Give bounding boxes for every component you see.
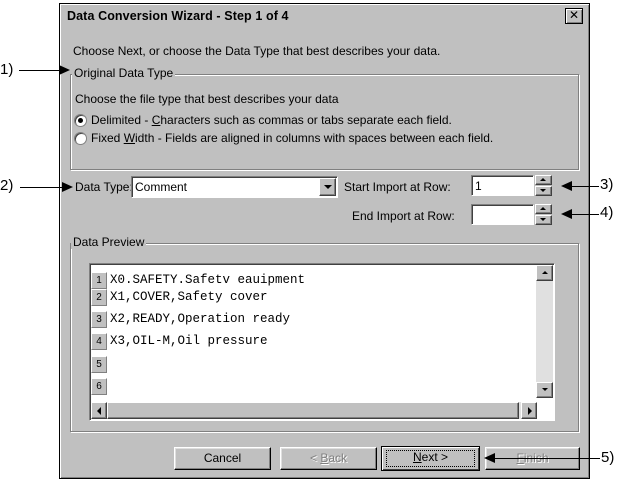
callout-4-arrowhead xyxy=(561,209,572,219)
callout-5-label: 5) xyxy=(601,449,615,466)
fixed-accel: W xyxy=(123,131,136,145)
delimited-radio[interactable] xyxy=(74,114,87,127)
back-prefix: < xyxy=(309,451,321,465)
row-number: 3 xyxy=(91,311,107,328)
preview-row: 4 X3,OIL-M,Oil pressure xyxy=(90,333,535,350)
row-number: 2 xyxy=(91,289,107,306)
close-button[interactable]: ✕ xyxy=(565,8,583,24)
radio-selected-dot xyxy=(78,118,83,123)
scroll-down-button[interactable] xyxy=(536,382,553,398)
file-type-hint: Choose the file type that best describes… xyxy=(75,92,339,106)
data-type-label: Data Type: xyxy=(75,180,133,194)
start-row-spin-up[interactable] xyxy=(535,175,552,185)
close-icon: ✕ xyxy=(568,8,580,22)
row-number: 1 xyxy=(91,272,107,289)
end-row-label: End Import at Row: xyxy=(352,209,455,223)
data-type-dropdown-button[interactable] xyxy=(319,178,336,196)
fixed-prefix: Fixed xyxy=(91,131,124,145)
back-button[interactable]: < Back xyxy=(280,447,377,470)
data-type-combobox[interactable]: Comment xyxy=(131,176,338,198)
scroll-right-button[interactable] xyxy=(521,402,537,419)
callout-1-line xyxy=(19,70,62,71)
row-number: 4 xyxy=(91,333,107,350)
scroll-up-button[interactable] xyxy=(536,265,553,281)
callout-1-label: 1) xyxy=(0,61,14,78)
scroll-right-icon xyxy=(528,407,532,415)
start-row-input[interactable]: 1 xyxy=(471,175,534,196)
callout-2-line xyxy=(20,187,65,188)
row-number: 6 xyxy=(91,378,107,395)
delimited-prefix: Delimited - xyxy=(91,113,152,127)
vertical-scrollbar[interactable] xyxy=(536,265,553,398)
start-row-spin-down[interactable] xyxy=(535,186,552,196)
end-row-spin-up[interactable] xyxy=(535,204,552,214)
callout-3-arrowhead xyxy=(561,181,572,191)
cancel-button[interactable]: Cancel xyxy=(174,447,271,470)
callout-4-line xyxy=(572,214,599,215)
callout-4-label: 4) xyxy=(600,204,614,221)
fixed-rest: idth - Fields are aligned in columns wit… xyxy=(135,131,494,145)
spin-up-icon xyxy=(540,178,546,181)
scroll-up-icon xyxy=(542,271,548,274)
row-text: X3,OIL-M,Oil pressure xyxy=(110,334,268,348)
original-data-type-legend: Original Data Type xyxy=(72,66,176,80)
window-title: Data Conversion Wizard - Step 1 of 4 xyxy=(67,9,289,23)
callout-5-line xyxy=(495,458,600,459)
spin-down-icon xyxy=(540,218,546,221)
end-row-spin-down[interactable] xyxy=(535,215,552,225)
row-text: X2,READY,Operation ready xyxy=(110,312,291,326)
scroll-thumb[interactable] xyxy=(107,402,519,419)
start-row-value: 1 xyxy=(475,179,482,193)
delimited-rest: haracters such as commas or tabs separat… xyxy=(160,113,452,127)
preview-row: 6 xyxy=(90,378,535,395)
start-row-label: Start Import at Row: xyxy=(344,180,451,194)
next-button[interactable]: Next > xyxy=(381,446,480,471)
instructions-text: Choose Next, or choose the Data Type tha… xyxy=(73,44,441,58)
title-bar: Data Conversion Wizard - Step 1 of 4 ✕ xyxy=(62,6,587,26)
delimited-option-label[interactable]: Delimited - Characters such as commas or… xyxy=(91,113,452,127)
row-number: 5 xyxy=(91,356,107,373)
data-preview-legend: Data Preview xyxy=(71,235,147,249)
preview-row: 5 xyxy=(90,356,535,373)
callout-2-label: 2) xyxy=(0,177,14,194)
callout-2-arrowhead xyxy=(62,182,73,192)
row-text: X0.SAFETY.Safetv eauipment xyxy=(110,273,306,287)
end-row-input[interactable] xyxy=(471,204,534,225)
fixed-width-radio[interactable] xyxy=(74,132,87,145)
fixed-width-option-label[interactable]: Fixed Width - Fields are aligned in colu… xyxy=(91,131,493,145)
callout-3-label: 3) xyxy=(600,176,614,193)
chevron-down-icon xyxy=(324,185,332,189)
preview-row: 2 X1,COVER,Safety cover xyxy=(90,289,535,306)
preview-grid: 1 X0.SAFETY.Safetv eauipment 2 X1,COVER,… xyxy=(90,264,535,397)
preview-row: 1 X0.SAFETY.Safetv eauipment xyxy=(90,272,535,289)
scroll-down-icon xyxy=(542,388,548,391)
back-rest: ack xyxy=(328,451,348,465)
horizontal-scrollbar[interactable] xyxy=(91,402,537,419)
preview-row: 3 X2,READY,Operation ready xyxy=(90,311,535,328)
scroll-left-icon xyxy=(97,407,101,415)
spin-up-icon xyxy=(540,207,546,210)
data-type-value: Comment xyxy=(135,180,188,194)
callout-5-arrowhead xyxy=(484,453,495,463)
callout-3-line xyxy=(572,186,599,187)
row-text: X1,COVER,Safety cover xyxy=(110,290,268,304)
data-preview-pane[interactable]: 1 X0.SAFETY.Safetv eauipment 2 X1,COVER,… xyxy=(89,263,555,421)
scroll-left-button[interactable] xyxy=(91,402,107,419)
callout-1-arrowhead xyxy=(59,65,70,75)
focus-rect xyxy=(386,450,475,467)
spin-down-icon xyxy=(540,189,546,192)
